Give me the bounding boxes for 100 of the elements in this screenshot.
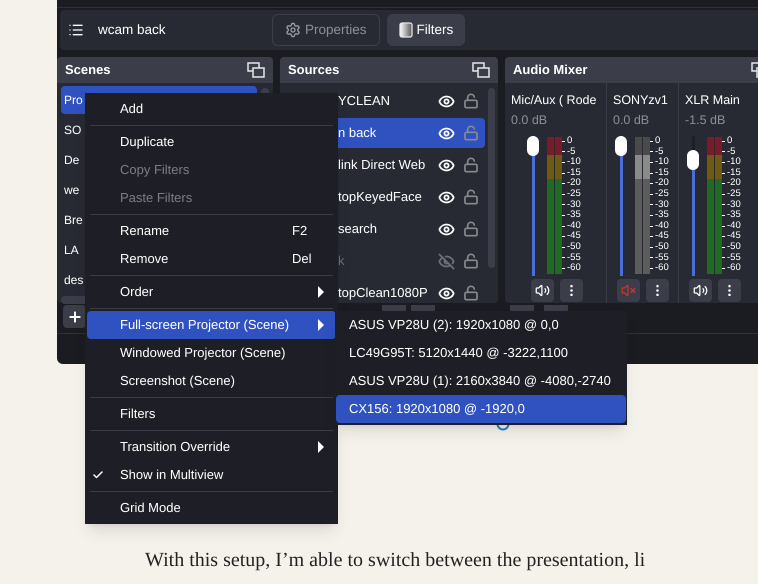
menu-item-label: Remove [120,250,168,268]
shortcut-label: Del [292,250,313,268]
meter-scale-label: -35 [655,210,669,221]
meter-scale-label: -40 [567,220,581,232]
lock-icon [463,285,479,301]
lock-icon [463,221,479,237]
gear-icon [285,22,301,38]
muted-speaker-icon [621,283,636,298]
meter-scale-label: -45 [567,231,581,242]
source-label: search [338,220,378,238]
list-icon [68,22,84,38]
volume-reading: -1.5 dB [685,112,726,129]
slider-thumb[interactable] [615,136,627,156]
monitor-item[interactable]: ASUS VP28U (1): 2160x3840 @ -4080,-2740 [336,367,626,395]
meter-scale-label: -10 [655,157,669,168]
monitor-item[interactable]: ASUS VP28U (2): 1920x1080 @ 0,0 [336,311,626,339]
menu-item-label: Grid Mode [120,499,181,518]
check-icon [92,469,104,481]
lock-icon [463,253,479,269]
menu-item-label: Transition Override [120,438,230,456]
undock-icon[interactable] [472,62,490,78]
meter-scale-label: -30 [727,200,741,210]
volume-slider[interactable] [615,136,627,276]
shortcut-label: F2 [292,222,308,240]
meter-scale-label: -20 [727,178,741,189]
meter-scale-label: -60 [567,263,581,274]
menu-item[interactable]: Filters [87,400,336,428]
meter-scale-label: -20 [567,178,581,189]
speaker-icon [693,283,708,298]
menu-item-label: Filters [120,405,156,424]
eye-icon [438,220,455,238]
menu-item-label: Rename [120,222,170,240]
eye-icon [438,156,455,174]
eye-icon [438,188,455,206]
mute-button[interactable] [531,279,554,302]
menu-item[interactable]: Grid Mode [87,494,336,522]
meter-scale-label: -5 [567,146,576,157]
menu-item-label: Windowed Projector (Scene) [120,344,286,362]
lock-icon [463,93,479,109]
channel-menu-button[interactable] [718,279,741,302]
source-label: topClean1080P [338,284,429,302]
volume-slider[interactable] [527,136,539,276]
submenu-arrow-icon [318,441,324,453]
meter-scale-label: -35 [567,210,581,221]
speaker-icon [535,283,550,298]
menu-item[interactable]: Rename F2 [87,217,336,245]
lock-icon [463,125,479,141]
slider-thumb[interactable] [527,136,539,156]
meter-scale-label: -10 [567,157,581,168]
source-label: link Direct Web [338,156,426,174]
meter-scale-label: -45 [655,231,669,242]
plus-icon [66,308,82,324]
slider-thumb[interactable] [687,150,699,170]
source-label: n back [338,124,378,142]
menu-item[interactable]: Transition Override [87,433,336,461]
dock-title: Scenes [65,61,111,80]
lock-icon [463,189,479,205]
meter-scale-label: -45 [727,231,741,242]
meter-scale-label: -50 [567,242,581,253]
source-name: wcam back [98,20,167,39]
monitor-item[interactable]: CX156: 1920x1080 @ -1920,0 [336,395,626,423]
meter-scale-label: -25 [567,188,581,200]
submenu-arrow-icon [318,286,324,298]
channel-name: SONYzv1 [613,92,669,109]
menu-item[interactable]: Windowed Projector (Scene) [87,339,336,367]
monitor-item[interactable]: LC49G95T: 5120x1440 @ -3222,1100 [336,339,626,367]
channel-menu-button[interactable] [646,279,669,302]
menu-item-label: Show in Multiview [120,466,224,484]
article-paragraph: With this setup, I’m able to switch between the presentation, li [145,548,646,573]
source-label: topKeyedFace [338,188,423,206]
dock-title: Audio Mixer [513,61,588,80]
meter-scale-label: -15 [727,168,741,178]
menu-item[interactable]: Show in Multiview [87,461,336,489]
meter-scale-label: -55 [655,252,669,263]
filters-button[interactable]: Filters [386,14,466,46]
menu-item[interactable]: Remove Del [87,245,336,273]
meter-scale-label: -15 [567,168,581,178]
add-button[interactable] [63,305,86,328]
menu-item[interactable]: Order [87,278,336,306]
eye-icon [438,284,455,302]
meter-scale-label: -5 [655,146,664,157]
meter-scale-label: -30 [567,200,581,210]
meter-scale-label: -55 [727,252,741,263]
properties-button[interactable]: Properties [272,14,380,46]
menu-item-label: Copy Filters [120,161,190,180]
menu-item[interactable]: Screenshot (Scene) [87,367,336,395]
menu-item[interactable]: Full-screen Projector (Scene) [87,311,336,339]
volume-reading: 0.0 dB [613,112,650,129]
meter-scale-label: 0 [655,136,660,147]
meter-scale-label: -5 [727,146,736,157]
meter-scale-label: -35 [727,210,741,221]
channel-menu-button[interactable] [560,279,583,302]
volume-slider[interactable] [687,136,699,276]
menu-item-label: Add [120,100,144,118]
meter-scale-label: -50 [727,242,741,253]
menu-item-label: Full-screen Projector (Scene) [120,316,290,334]
undock-icon[interactable] [247,62,265,78]
mute-button[interactable] [689,279,712,302]
meter-scale-label: -60 [727,263,741,274]
dock-title: Sources [288,61,340,80]
